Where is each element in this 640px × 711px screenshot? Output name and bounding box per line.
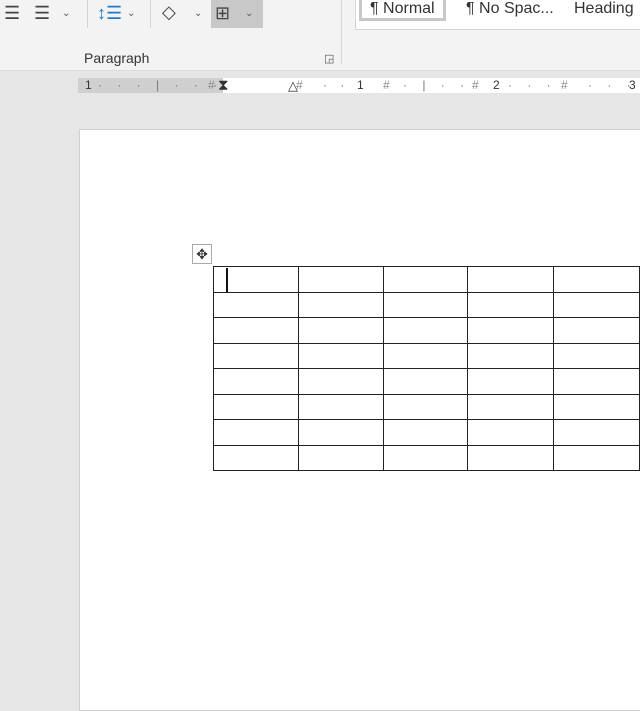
table-cell[interactable]: [467, 342, 554, 369]
table-cell[interactable]: [298, 317, 384, 344]
table-cell[interactable]: [382, 419, 469, 446]
table-cell[interactable]: [298, 419, 384, 446]
chevron-down-icon[interactable]: ⌄: [62, 8, 70, 19]
table-cell[interactable]: [298, 393, 384, 420]
chevron-down-icon: ⌄: [245, 8, 254, 19]
table-cell[interactable]: [382, 444, 469, 471]
document-table[interactable]: [212, 266, 640, 471]
paragraph-group-label: Paragraph: [84, 50, 150, 66]
table-cell[interactable]: [467, 444, 554, 471]
table-cell[interactable]: [552, 266, 640, 293]
table-cell[interactable]: [212, 444, 300, 471]
table-cell[interactable]: [467, 419, 554, 446]
chevron-down-icon[interactable]: ⌄: [194, 8, 202, 19]
table-row: [212, 317, 640, 344]
table-cell[interactable]: [382, 317, 469, 344]
ruler-label: 3: [629, 78, 636, 92]
dialog-launcher-icon[interactable]: ◲: [324, 52, 334, 65]
table-row: [212, 291, 640, 318]
first-line-indent-marker[interactable]: ⧗: [218, 78, 229, 93]
table-row: [212, 266, 640, 293]
text-cursor: [226, 268, 228, 292]
table-cell[interactable]: [552, 291, 640, 318]
line-spacing-icon[interactable]: ↕☰: [97, 4, 122, 22]
borders-button[interactable]: ⊞ ⌄: [211, 0, 263, 28]
table-cell[interactable]: [382, 266, 469, 293]
table-move-handle-icon[interactable]: ✥: [192, 244, 212, 264]
ruler-label: 1: [357, 78, 364, 92]
table-cell[interactable]: [212, 393, 300, 420]
table-cell[interactable]: [552, 368, 640, 395]
style-no-spacing[interactable]: ¶ No Spac...: [466, 0, 554, 18]
ruler-label: 1: [85, 78, 92, 92]
divider: [87, 0, 88, 28]
table-row: [212, 419, 640, 446]
table-cell[interactable]: [552, 317, 640, 344]
style-heading[interactable]: Heading: [574, 0, 634, 18]
table-cell[interactable]: [467, 317, 554, 344]
table-cell[interactable]: [212, 419, 300, 446]
horizontal-ruler[interactable]: 1 · · · | · · · ⧗ △ · · 1 · | · · 2 · · …: [78, 78, 640, 93]
table-cell[interactable]: [382, 393, 469, 420]
chevron-down-icon[interactable]: ⌄: [127, 8, 135, 19]
table-cell[interactable]: [552, 419, 640, 446]
styles-gallery: ¶ Normal ¶ No Spac... Heading: [355, 0, 640, 30]
table-cell[interactable]: [298, 368, 384, 395]
table-cell[interactable]: [467, 368, 554, 395]
table-row: [212, 393, 640, 420]
divider: [150, 0, 151, 28]
table-cell[interactable]: [467, 266, 554, 293]
table-cell[interactable]: [212, 368, 300, 395]
ribbon: ☰ ☰ ⌄ ↕☰ ⌄ ◇ ⌄ ⊞ ⌄ Paragraph ◲ ¶ Normal …: [0, 0, 640, 71]
table-cell[interactable]: [298, 266, 384, 293]
table-cell[interactable]: [382, 291, 469, 318]
table-cell[interactable]: [298, 444, 384, 471]
justify-icon[interactable]: ☰: [34, 4, 50, 22]
table-row: [212, 368, 640, 395]
table-cell[interactable]: [552, 342, 640, 369]
table-cell[interactable]: [298, 291, 384, 318]
table-cell[interactable]: [552, 393, 640, 420]
borders-icon: ⊞: [215, 3, 231, 23]
table-cell[interactable]: [467, 291, 554, 318]
table-cell[interactable]: [212, 317, 300, 344]
table-cell[interactable]: [467, 393, 554, 420]
ruler-label: 2: [493, 78, 500, 92]
table-cell[interactable]: [212, 291, 300, 318]
align-right-icon[interactable]: ☰: [4, 4, 20, 22]
table-row: [212, 444, 640, 471]
table-cell[interactable]: [382, 342, 469, 369]
table-cell[interactable]: [552, 444, 640, 471]
shading-icon[interactable]: ◇: [162, 3, 176, 21]
divider: [341, 0, 342, 64]
table-cell[interactable]: [382, 368, 469, 395]
table-row: [212, 342, 640, 369]
table-cell[interactable]: [212, 342, 300, 369]
table-cell[interactable]: [298, 342, 384, 369]
style-normal[interactable]: ¶ Normal: [359, 0, 446, 21]
